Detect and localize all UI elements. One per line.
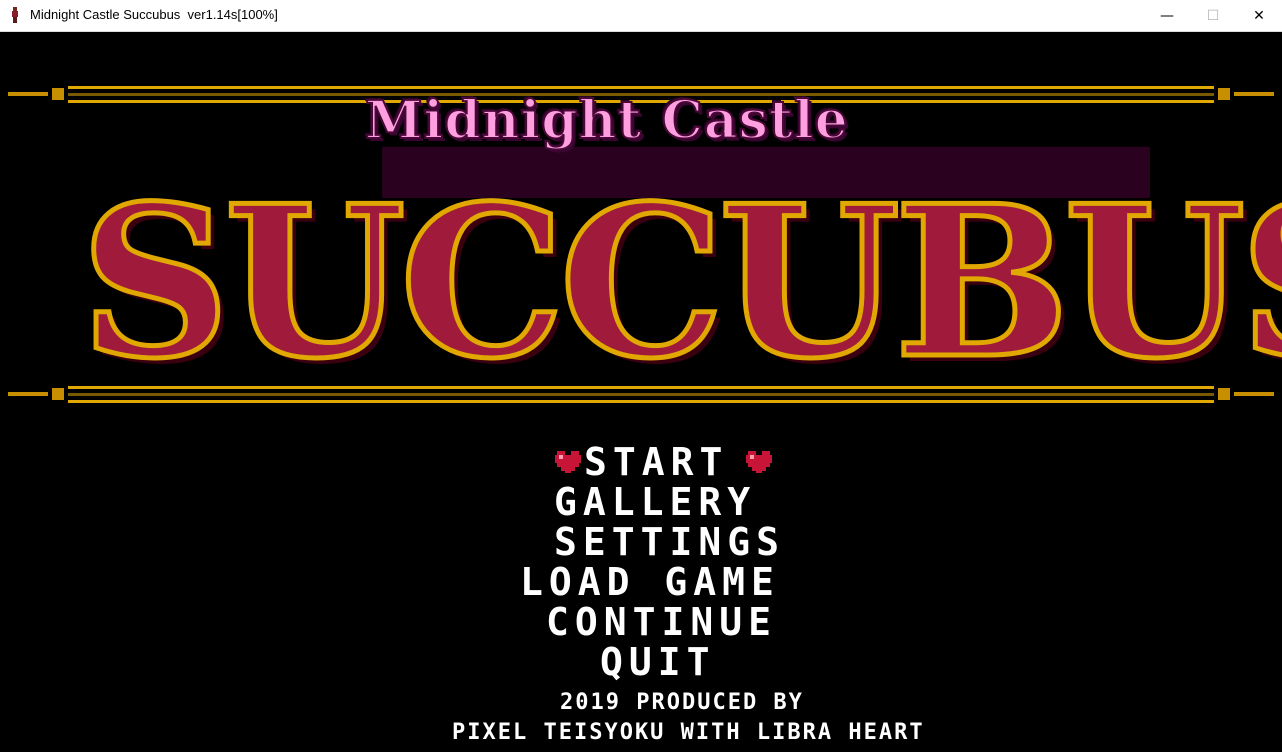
menu-gallery[interactable]: GALLERY: [554, 482, 756, 522]
menu-quit[interactable]: QUIT: [600, 642, 716, 682]
credits-line-2: PIXEL TEISYOKU WITH LIBRA HEART: [452, 720, 925, 745]
window-title: Midnight Castle Succubus ver1.14s[100%]: [30, 7, 278, 22]
game-screen[interactable]: Midnight Castle SUCCUBUS START GALLERY S…: [0, 32, 1282, 752]
logo-title: SUCCUBUS: [78, 161, 1282, 405]
logo-subtitle: Midnight Castle: [364, 89, 849, 152]
heart-icon-left: [555, 451, 581, 473]
app-icon: [12, 7, 18, 23]
menu-continue[interactable]: CONTINUE: [546, 602, 777, 642]
credits-line-1: 2019 PRODUCED BY: [560, 690, 804, 715]
window-titlebar: Midnight Castle Succubus ver1.14s[100%] …: [0, 0, 1282, 32]
menu-start[interactable]: START: [584, 442, 728, 482]
menu-load-game[interactable]: LOAD GAME: [520, 562, 780, 602]
close-button[interactable]: ✕: [1236, 0, 1282, 31]
heart-icon-right: [746, 451, 772, 473]
minimize-button[interactable]: —: [1144, 0, 1190, 31]
maximize-button[interactable]: ☐: [1190, 0, 1236, 31]
menu-settings[interactable]: SETTINGS: [554, 522, 785, 562]
